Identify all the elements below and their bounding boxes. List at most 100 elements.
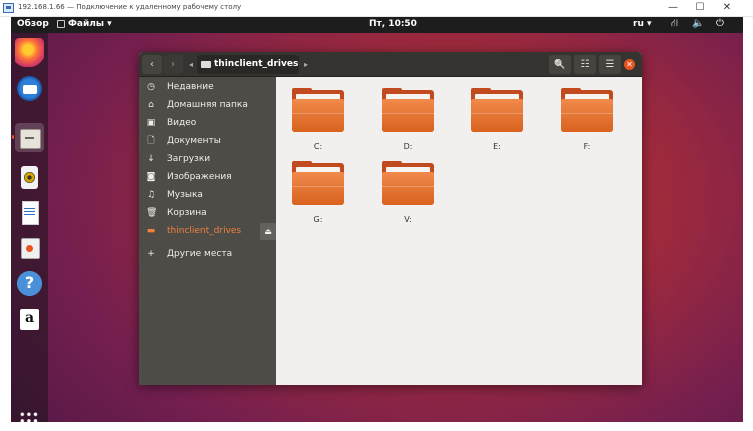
sidebar-item-documents[interactable]: 🗋 Документы bbox=[139, 133, 276, 150]
folder-item[interactable]: F: bbox=[545, 85, 615, 155]
search-icon: 🔍 bbox=[554, 60, 566, 70]
video-icon: ▣ bbox=[146, 118, 156, 128]
sidebar-item-label: Другие места bbox=[167, 249, 233, 259]
folder-item[interactable]: G: bbox=[276, 158, 346, 228]
files-icon[interactable] bbox=[15, 123, 44, 152]
sidebar-item-music[interactable]: ♫ Музыка bbox=[139, 187, 276, 204]
rdp-maximize-button[interactable]: ☐ bbox=[687, 1, 713, 15]
rdp-frame-bottom bbox=[0, 422, 753, 431]
list-view-icon: ☷ bbox=[580, 59, 590, 70]
help-icon[interactable]: ? bbox=[15, 269, 44, 298]
menu-button[interactable]: ☰ bbox=[599, 55, 621, 74]
sidebar-item-videos[interactable]: ▣ Видео bbox=[139, 115, 276, 132]
clock-icon: ◷ bbox=[147, 82, 155, 92]
folder-label: C: bbox=[313, 142, 323, 151]
activities-button[interactable]: Обзор bbox=[17, 19, 49, 29]
rhythmbox-icon[interactable] bbox=[15, 163, 44, 192]
folder-label: E: bbox=[493, 142, 501, 151]
sidebar-item-recent[interactable]: ◷ Недавние bbox=[139, 79, 276, 96]
app-menu[interactable]: Файлы ▾ bbox=[57, 19, 112, 29]
sidebar-item-trash[interactable]: 🗑 Корзина bbox=[139, 205, 276, 222]
firefox-icon[interactable] bbox=[15, 38, 44, 67]
folder-item[interactable]: C: bbox=[276, 85, 346, 155]
app-menu-label: Файлы ▾ bbox=[68, 19, 112, 29]
ubuntu-desktop: Обзор Файлы ▾ Пт, 10:50 ru ▾ ⛙ 🔈 ⏻ ? a ‹… bbox=[11, 17, 743, 422]
sidebar-item-home[interactable]: ⌂ Домашняя папка bbox=[139, 97, 276, 114]
folder-icon bbox=[382, 161, 434, 205]
folder-icon bbox=[292, 88, 344, 132]
file-view: C: D: E: F: G: V: bbox=[276, 77, 642, 385]
files-window: ‹ › ◂ thinclient_drives ▸ 🔍 ☷ ☰ ✕ ◷ Неда… bbox=[139, 52, 642, 385]
view-toggle-button[interactable]: ☷ bbox=[574, 55, 596, 74]
folder-label: G: bbox=[313, 215, 323, 224]
sidebar-item-downloads[interactable]: ↓ Загрузки bbox=[139, 151, 276, 168]
sidebar-item-label: Документы bbox=[167, 136, 221, 146]
sidebar-item-label: Домашняя папка bbox=[167, 100, 248, 110]
rdp-close-button[interactable]: ✕ bbox=[714, 1, 740, 15]
download-icon: ↓ bbox=[147, 154, 155, 164]
places-sidebar: ◷ Недавние ⌂ Домашняя папка ▣ Видео 🗋 До… bbox=[139, 77, 276, 385]
hamburger-icon: ☰ bbox=[605, 59, 615, 70]
back-button[interactable]: ‹ bbox=[142, 55, 162, 74]
sidebar-item-label: Изображения bbox=[167, 172, 232, 182]
folder-icon bbox=[561, 88, 613, 132]
sidebar-item-label: Корзина bbox=[167, 208, 207, 218]
plus-icon: + bbox=[147, 249, 155, 259]
power-icon[interactable]: ⏻ bbox=[716, 18, 724, 29]
camera-icon: ◙ bbox=[146, 172, 156, 182]
rdp-frame-left bbox=[0, 17, 11, 422]
folder-label: V: bbox=[404, 215, 412, 224]
pathbar-label: thinclient_drives bbox=[214, 59, 299, 69]
eject-icon[interactable]: ⏏ bbox=[260, 223, 276, 240]
folder-item[interactable]: D: bbox=[366, 85, 436, 155]
network-icon[interactable]: ⛙ bbox=[671, 18, 678, 31]
folder-icon bbox=[382, 88, 434, 132]
search-button[interactable]: 🔍 bbox=[549, 55, 571, 74]
sidebar-item-pictures[interactable]: ◙ Изображения bbox=[139, 169, 276, 186]
folder-item[interactable]: E: bbox=[455, 85, 525, 155]
forward-button[interactable]: › bbox=[163, 55, 183, 74]
drive-icon: ▬ bbox=[146, 226, 156, 236]
files-app-icon bbox=[57, 20, 65, 28]
headerbar: ‹ › ◂ thinclient_drives ▸ 🔍 ☷ ☰ ✕ bbox=[139, 52, 642, 77]
sidebar-item-thinclient-drives[interactable]: ▬ thinclient_drives ⏏ bbox=[139, 223, 276, 240]
clock[interactable]: Пт, 10:50 bbox=[369, 19, 417, 29]
path-scroll-right-icon[interactable]: ▸ bbox=[300, 55, 312, 74]
dock: ? a bbox=[11, 33, 48, 422]
folder-label: F: bbox=[583, 142, 591, 151]
running-indicator bbox=[12, 135, 14, 139]
rdp-window-title: 192.168.1.66 — Подключение к удаленному … bbox=[18, 3, 242, 11]
show-applications-icon[interactable] bbox=[19, 411, 39, 422]
document-icon: 🗋 bbox=[147, 136, 155, 146]
window-close-button[interactable]: ✕ bbox=[624, 59, 635, 70]
trash-icon: 🗑 bbox=[146, 208, 158, 218]
home-icon: ⌂ bbox=[148, 100, 154, 110]
sidebar-item-label: Загрузки bbox=[167, 154, 211, 164]
drive-icon bbox=[201, 61, 211, 68]
path-scroll-left-icon[interactable]: ◂ bbox=[185, 55, 197, 74]
sidebar-item-label: thinclient_drives bbox=[167, 226, 242, 236]
amazon-icon[interactable]: a bbox=[15, 305, 44, 334]
rdp-app-icon bbox=[3, 3, 14, 13]
sidebar-item-label: Недавние bbox=[167, 82, 214, 92]
folder-item[interactable]: V: bbox=[366, 158, 436, 228]
amazon-glyph: a bbox=[24, 310, 35, 326]
folder-label: D: bbox=[403, 142, 413, 151]
rdp-titlebar: 192.168.1.66 — Подключение к удаленному … bbox=[0, 0, 753, 17]
top-panel: Обзор Файлы ▾ Пт, 10:50 ru ▾ ⛙ 🔈 ⏻ bbox=[11, 17, 743, 33]
rdp-frame-right bbox=[743, 17, 753, 431]
language-indicator[interactable]: ru ▾ bbox=[633, 19, 652, 29]
writer-icon[interactable] bbox=[15, 198, 44, 227]
rdp-minimize-button[interactable]: — bbox=[660, 1, 686, 15]
help-glyph: ? bbox=[24, 273, 35, 292]
sidebar-item-label: Видео bbox=[167, 118, 197, 128]
thunderbird-icon[interactable] bbox=[15, 74, 44, 103]
folder-icon bbox=[471, 88, 523, 132]
sidebar-item-other-locations[interactable]: + Другие места bbox=[139, 246, 276, 263]
volume-icon[interactable]: 🔈 bbox=[692, 18, 704, 29]
software-center-icon[interactable] bbox=[15, 233, 44, 262]
folder-icon bbox=[292, 161, 344, 205]
pathbar-current[interactable]: thinclient_drives bbox=[197, 55, 299, 74]
sidebar-item-label: Музыка bbox=[167, 190, 203, 200]
music-icon: ♫ bbox=[146, 190, 156, 200]
